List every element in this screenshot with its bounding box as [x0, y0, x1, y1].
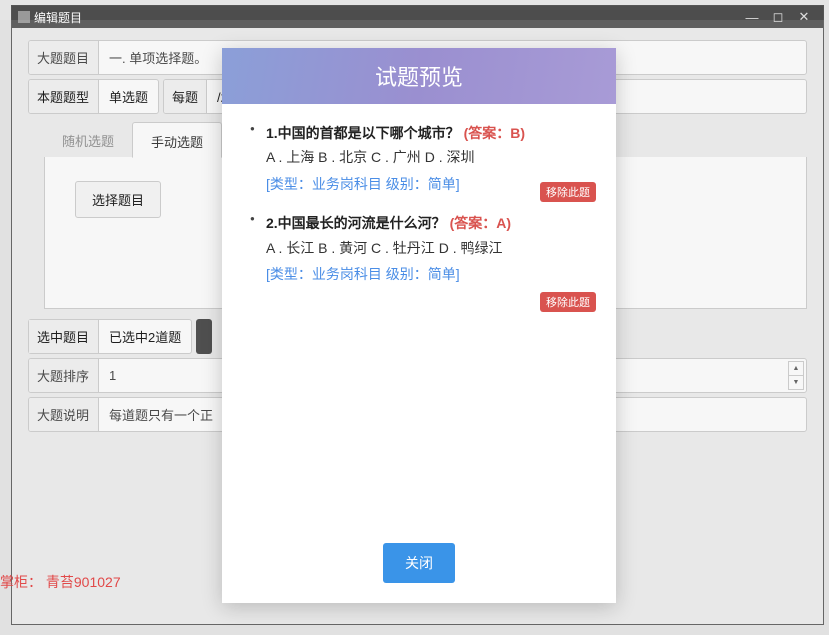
question-meta: [类型：业务岗科目 级别：简单]	[266, 264, 586, 284]
question-item: 2.中国最长的河流是什么河？ (答案：A) A . 长江 B . 黄河 C . 牡…	[250, 212, 586, 284]
modal-body[interactable]: 1.中国的首都是以下哪个城市？ (答案：B)A . 上海 B . 北京 C . …	[222, 104, 616, 543]
question-title: 2.中国最长的河流是什么河？ (答案：A)	[266, 212, 586, 234]
question-options: A . 上海 B . 北京 C . 广州 D . 深圳	[266, 146, 586, 170]
remove-question-button[interactable]: 移除此题	[540, 182, 596, 202]
question-item: 1.中国的首都是以下哪个城市？ (答案：B)A . 上海 B . 北京 C . …	[250, 122, 586, 194]
remove-question-button[interactable]: 移除此题	[540, 292, 596, 312]
question-meta: [类型：业务岗科目 级别：简单]	[266, 174, 586, 194]
question-options: A . 长江 B . 黄河 C . 牡丹江 D . 鸭绿江	[266, 237, 586, 261]
question-title: 1.中国的首都是以下哪个城市？ (答案：B)	[266, 122, 586, 144]
question-answer: 答案：B	[468, 125, 520, 141]
question-answer: 答案：A	[454, 215, 506, 231]
preview-modal: 试题预览 1.中国的首都是以下哪个城市？ (答案：B)A . 上海 B . 北京…	[222, 48, 616, 603]
modal-close-button[interactable]: 关闭	[383, 543, 455, 583]
modal-title: 试题预览	[222, 48, 616, 104]
